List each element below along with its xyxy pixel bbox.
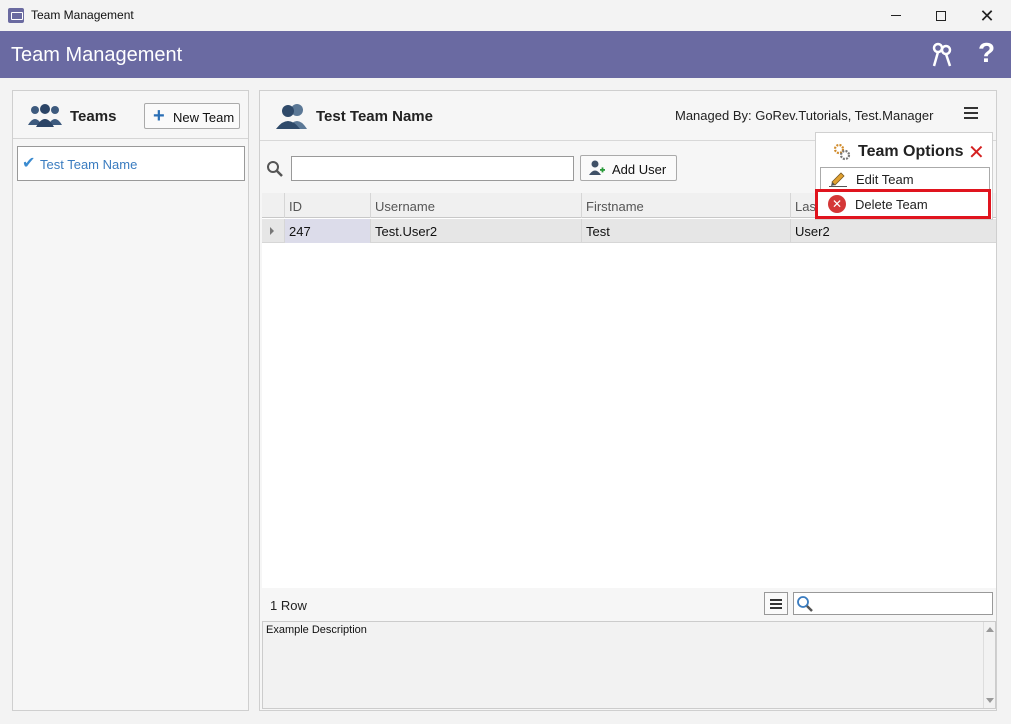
app-header: Team Management ?	[0, 31, 1011, 78]
maximize-icon	[936, 10, 946, 21]
keys-icon[interactable]	[928, 41, 956, 69]
checkmark-icon: ✔	[22, 155, 36, 172]
team-list-item[interactable]: ✔ Test Team Name	[17, 146, 245, 181]
edit-team-menu-item[interactable]: Edit Team	[820, 167, 990, 191]
managed-by-text: Managed By: GoRev.Tutorials, Test.Manage…	[675, 108, 934, 123]
column-header-username[interactable]: Username	[370, 193, 581, 218]
new-team-label: New Team	[173, 110, 235, 125]
teams-panel: Teams + New Team ✔ Test Team Name	[12, 90, 249, 711]
help-icon[interactable]: ?	[978, 37, 995, 69]
row-count: 1 Row	[270, 598, 307, 613]
add-user-button[interactable]: Add User	[580, 155, 677, 181]
close-icon[interactable]: ✕	[968, 140, 985, 165]
add-user-label: Add User	[612, 162, 667, 177]
grid-footer: 1 Row	[262, 588, 996, 620]
gears-icon	[833, 143, 851, 161]
scroll-down-icon[interactable]	[986, 698, 994, 703]
grid-menu-button[interactable]	[764, 592, 788, 615]
team-list-item-label: Test Team Name	[40, 157, 138, 172]
teams-title: Teams	[70, 108, 117, 125]
cell-firstname[interactable]: Test	[581, 219, 790, 243]
edit-team-label: Edit Team	[856, 172, 914, 187]
row-indicator-icon	[270, 227, 274, 235]
description-text: Example Description	[266, 624, 367, 636]
search-icon	[797, 596, 813, 612]
cell-username[interactable]: Test.User2	[370, 219, 581, 243]
grid-search-input[interactable]	[793, 592, 993, 615]
column-header-firstname[interactable]: Firstname	[581, 193, 790, 218]
app-icon	[8, 8, 24, 23]
team-description[interactable]: Example Description	[262, 621, 996, 709]
window-titlebar: Team Management ✕	[0, 0, 1011, 31]
team-name-title: Test Team Name	[316, 108, 433, 125]
users-icon	[276, 104, 307, 129]
search-icon	[267, 161, 283, 177]
window-title: Team Management	[31, 8, 134, 22]
plus-icon: +	[153, 105, 165, 127]
table-row[interactable]: 247 Test.User2 Test User2	[262, 219, 996, 243]
close-icon: ✕	[979, 5, 995, 26]
add-user-icon	[589, 160, 605, 175]
close-window-button[interactable]: ✕	[964, 0, 1010, 31]
teams-header: Teams + New Team	[13, 91, 248, 139]
team-options-title: Team Options	[858, 143, 964, 160]
user-search-input[interactable]	[291, 156, 574, 181]
new-team-button[interactable]: + New Team	[144, 103, 240, 129]
cell-lastname[interactable]: User2	[790, 219, 996, 243]
page-title: Team Management	[11, 44, 183, 66]
cell-id[interactable]: 247	[284, 219, 370, 243]
minimize-icon	[891, 15, 901, 16]
column-header-id[interactable]: ID	[284, 193, 370, 218]
team-options-header: Team Options ✕	[816, 133, 992, 167]
maximize-button[interactable]	[918, 0, 964, 31]
description-scrollbar[interactable]	[983, 622, 995, 708]
scroll-up-icon[interactable]	[986, 627, 994, 632]
pencil-icon	[829, 172, 847, 187]
hamburger-menu-icon[interactable]	[964, 107, 978, 122]
users-grid: ID Username Firstname Last 247 Test.User…	[262, 193, 996, 588]
delete-team-highlight	[815, 189, 991, 219]
minimize-button[interactable]	[873, 0, 919, 31]
team-icon	[28, 104, 62, 127]
